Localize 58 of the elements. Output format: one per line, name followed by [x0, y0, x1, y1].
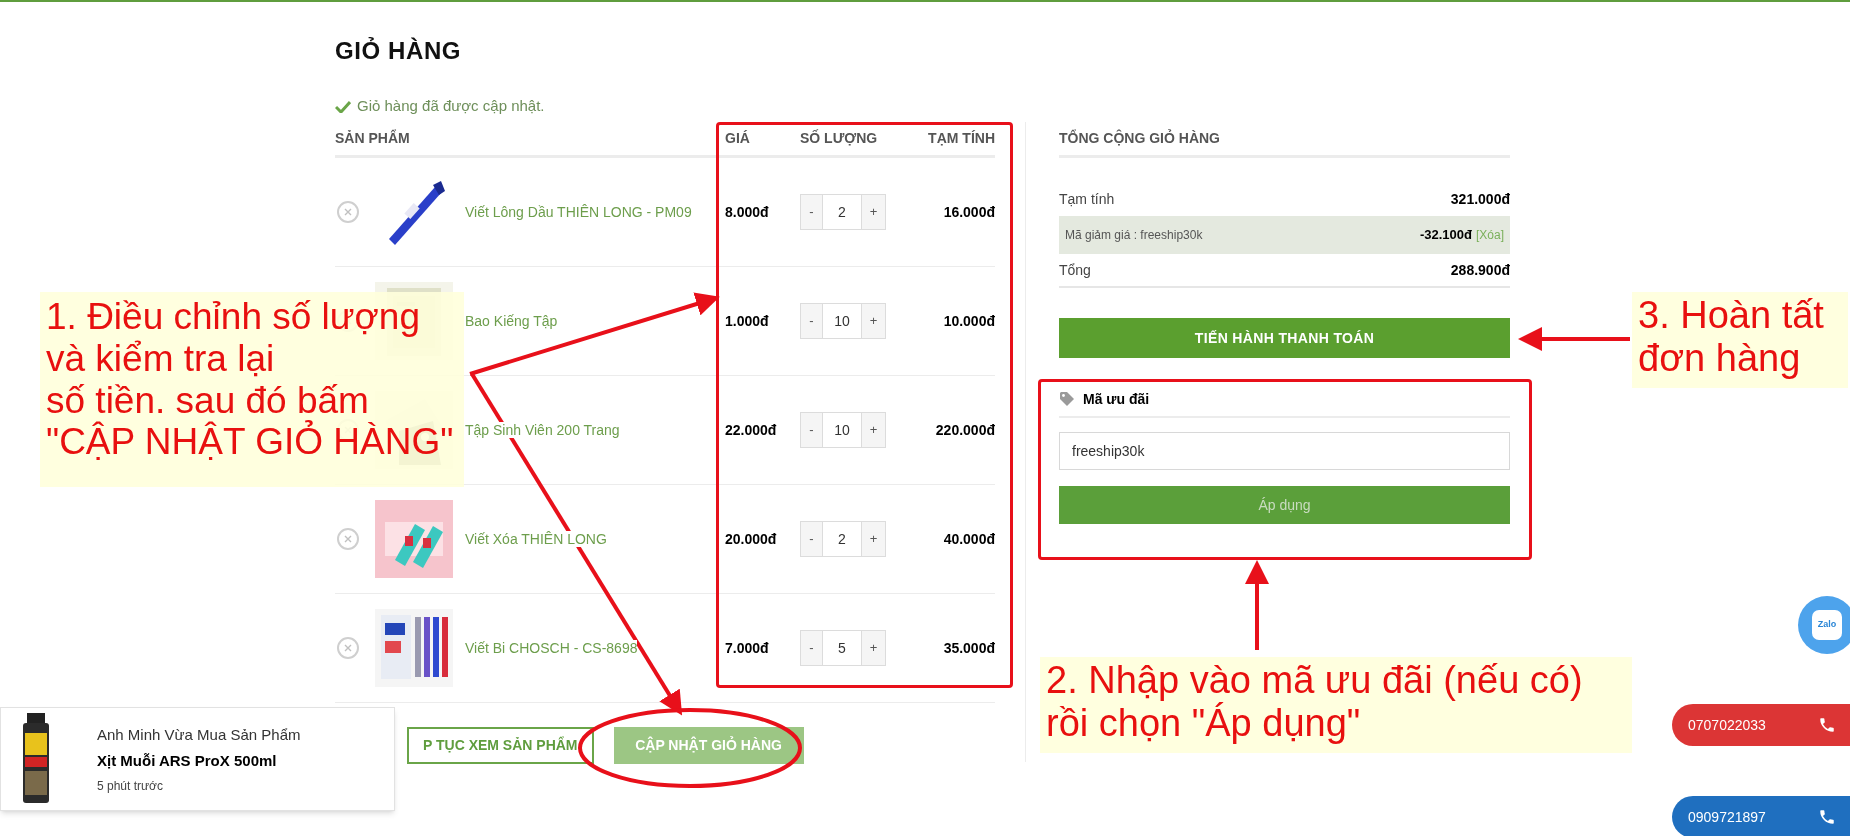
phone-number: 0909721897 — [1688, 807, 1766, 827]
total-label: Tạm tính — [1059, 189, 1115, 209]
column-header: TẠM TÍNH — [927, 129, 995, 148]
page-title: GIỎ HÀNG — [335, 36, 463, 66]
total-label: Tổng — [1059, 260, 1091, 280]
price-text: 8.000đ — [725, 204, 769, 220]
decrease-button[interactable]: - — [801, 195, 823, 229]
update-notice: Giỏ hàng đã được cập nhật. — [357, 95, 545, 116]
purchase-headline: Anh Minh Vừa Mua Sản Phẩm — [97, 724, 301, 745]
increase-button[interactable]: + — [861, 631, 885, 665]
quantity-stepper[interactable]: - 2 + — [800, 194, 886, 230]
total-label: Mã giảm giá : freeship30k — [1065, 227, 1203, 244]
tag-icon — [1059, 391, 1075, 407]
purchased-product[interactable]: Xịt Muỗi ARS ProX 500ml — [97, 750, 301, 773]
instruction-tooltip: 2. Nhập vào mã ưu đãi (nếu có) rồi chọn "Áp dụng" — [1040, 657, 1632, 753]
coupon-field[interactable]: freeship30k — [1059, 432, 1510, 470]
total-value: 288.900đ — [1450, 260, 1510, 280]
decrease-button[interactable]: - — [801, 304, 823, 338]
coupon-title: Mã ưu đãi — [1083, 389, 1150, 409]
remove-icon[interactable] — [337, 637, 359, 659]
decrease-button[interactable]: - — [801, 631, 823, 665]
column-header: SỐ LƯỢNG — [800, 128, 879, 148]
zalo-label: Zalo — [1817, 618, 1837, 632]
decrease-button[interactable]: - — [801, 413, 823, 447]
total-value: 321.000đ — [1450, 189, 1510, 209]
quantity-stepper[interactable]: - 2 + — [800, 521, 886, 557]
total-value: -32.100đ — [1419, 226, 1472, 245]
phone-call-button[interactable]: 0909721897 — [1672, 796, 1850, 836]
purchase-time: 5 phút trước — [97, 777, 164, 795]
price-text: 7.000đ — [725, 640, 769, 656]
quantity-stepper[interactable]: - 10 + — [800, 303, 886, 339]
decrease-button[interactable]: - — [801, 522, 823, 556]
price-text: 22.000đ — [725, 422, 777, 438]
subtotal-text: 16.000đ — [943, 204, 995, 220]
column-header: SẢN PHẨM — [335, 128, 411, 148]
increase-button[interactable]: + — [861, 304, 885, 338]
check-icon — [335, 99, 351, 113]
subtotal-text: 35.000đ — [943, 640, 995, 656]
subtotal-text: 40.000đ — [943, 531, 995, 547]
quantity-stepper[interactable]: - 5 + — [800, 630, 886, 666]
totals-title: TỔNG CỘNG GIỎ HÀNG — [1059, 128, 1220, 148]
phone-number: 0707022033 — [1688, 715, 1766, 735]
phone-icon — [1818, 716, 1836, 734]
subtotal-text: 10.000đ — [943, 313, 995, 329]
increase-button[interactable]: + — [861, 413, 885, 447]
price-text: 1.000đ — [725, 313, 769, 329]
column-header: GIÁ — [725, 129, 751, 148]
zalo-chat-button[interactable]: Zalo — [1798, 596, 1850, 654]
quantity-stepper[interactable]: - 10 + — [800, 412, 886, 448]
price-text: 20.000đ — [725, 531, 777, 547]
phone-call-button[interactable]: 0707022033 — [1672, 704, 1850, 746]
remove-icon[interactable] — [337, 201, 359, 223]
increase-button[interactable]: + — [861, 522, 885, 556]
remove-icon[interactable] — [337, 528, 359, 550]
subtotal-text: 220.000đ — [935, 422, 995, 438]
instruction-tooltip: 3. Hoàn tất đơn hàng — [1632, 292, 1848, 388]
phone-icon — [1818, 808, 1836, 826]
increase-button[interactable]: + — [861, 195, 885, 229]
